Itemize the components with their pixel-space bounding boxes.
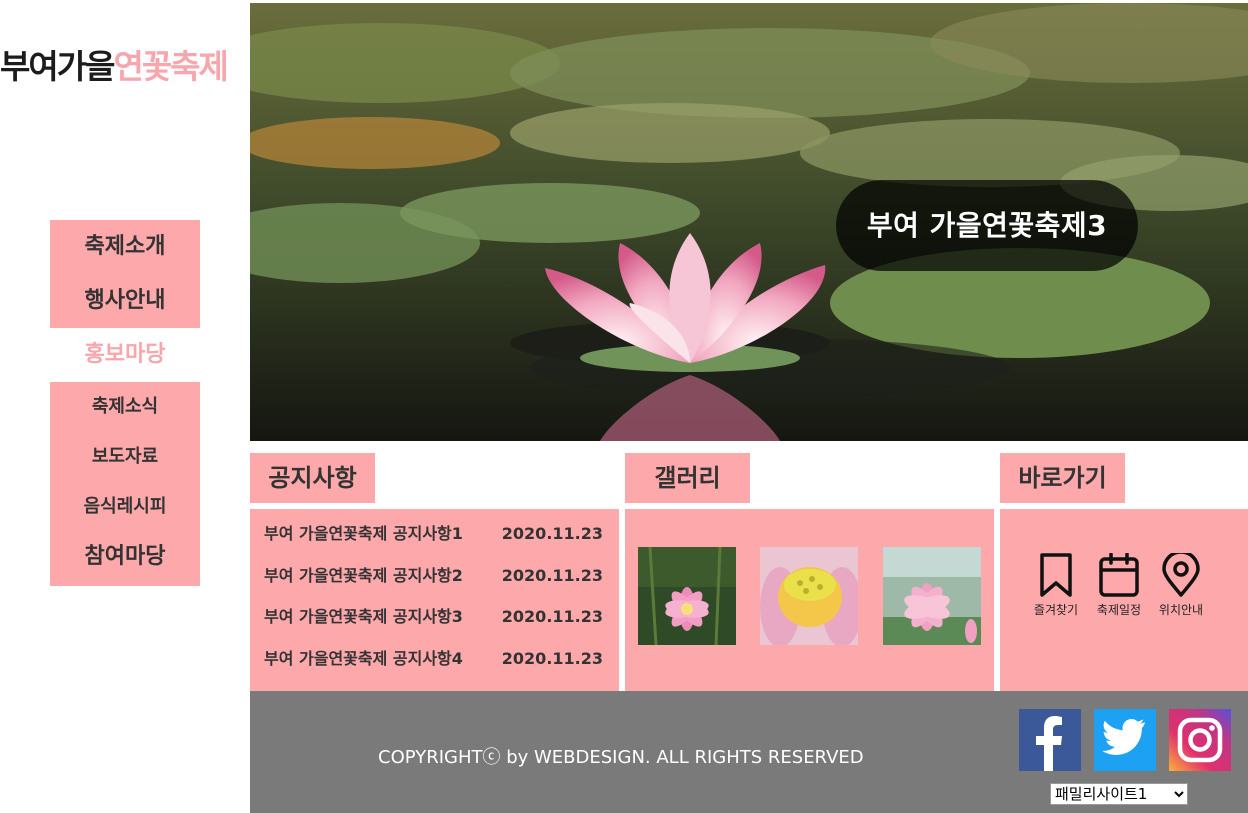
bookmark-icon	[1040, 553, 1072, 597]
quick-schedule[interactable]: 축제일정	[1089, 553, 1149, 618]
notice-item[interactable]: 부여 가을연꽃축제 공지사항1 2020.11.23	[264, 519, 609, 549]
gallery-thumb-1[interactable]	[638, 547, 736, 645]
logo-text-dark: 부여가을	[0, 47, 115, 86]
notice-date: 2020.11.23	[501, 607, 603, 626]
facebook-link[interactable]	[1019, 709, 1081, 771]
notice-panel: 부여 가을연꽃축제 공지사항1 2020.11.23 부여 가을연꽃축제 공지사…	[250, 509, 619, 691]
quick-location-label: 위치안내	[1158, 603, 1204, 617]
instagram-icon	[1169, 709, 1231, 771]
notice-title: 부여 가을연꽃축제 공지사항3	[264, 607, 463, 626]
notice-item[interactable]: 부여 가을연꽃축제 공지사항2 2020.11.23	[264, 561, 609, 591]
family-site-select[interactable]: 패밀리사이트1	[1050, 783, 1188, 805]
main-nav-top: 축제소개 행사안내	[50, 220, 200, 328]
calendar-icon	[1099, 553, 1139, 597]
notice-date: 2020.11.23	[501, 649, 603, 668]
shortcut-heading: 바로가기	[1000, 453, 1125, 503]
notice-date: 2020.11.23	[501, 566, 603, 585]
hero-title: 부여 가을연꽃축제3	[836, 180, 1138, 271]
notice-item[interactable]: 부여 가을연꽃축제 공지사항4 2020.11.23	[264, 644, 609, 674]
nav-festival-intro[interactable]: 축제소개	[50, 220, 200, 274]
facebook-icon	[1019, 709, 1081, 771]
lotus-field-photo	[883, 547, 981, 645]
notice-title: 부여 가을연꽃축제 공지사항1	[264, 524, 463, 543]
page: 부여가을연꽃축제 축제소개 행사안내 홍보마당 축제소식 보도자료 음식레시피 …	[0, 0, 1248, 813]
quick-location[interactable]: 위치안내	[1151, 553, 1211, 618]
lotus-seedpod-photo	[760, 547, 858, 645]
notice-item[interactable]: 부여 가을연꽃축제 공지사항3 2020.11.23	[264, 602, 609, 632]
nav-press-release[interactable]: 보도자료	[50, 432, 200, 482]
twitter-link[interactable]	[1094, 709, 1156, 771]
logo-text-pink: 연꽃축제	[113, 47, 228, 86]
gallery-thumb-2[interactable]	[760, 547, 858, 645]
site-logo[interactable]: 부여가을연꽃축제	[0, 40, 250, 90]
shortcut-panel: 즐겨찾기 축제일정 위치안내	[1000, 509, 1248, 691]
nav-promotion-active[interactable]: 홍보마당	[50, 328, 200, 382]
notice-title: 부여 가을연꽃축제 공지사항4	[264, 649, 463, 668]
notice-date: 2020.11.23	[501, 524, 603, 543]
footer: COPYRIGHTⓒ by WEBDESIGN. ALL RIGHTS RESE…	[250, 691, 1248, 813]
gallery-thumb-3[interactable]	[883, 547, 981, 645]
nav-participation[interactable]: 참여마당	[50, 532, 200, 586]
hero-slider[interactable]: 부여 가을연꽃축제3	[250, 3, 1248, 441]
gallery-panel	[625, 509, 994, 691]
pink-lotus-photo	[638, 547, 736, 645]
promotion-submenu: 축제소식 보도자료 음식레시피 참여마당	[50, 382, 200, 586]
instagram-link[interactable]	[1169, 709, 1231, 771]
notice-heading[interactable]: 공지사항	[250, 453, 375, 503]
quick-bookmark[interactable]: 즐겨찾기	[1026, 553, 1086, 618]
twitter-icon	[1094, 709, 1156, 771]
copyright-text: COPYRIGHTⓒ by WEBDESIGN. ALL RIGHTS RESE…	[378, 747, 864, 768]
nav-event-info[interactable]: 행사안내	[50, 274, 200, 328]
map-pin-icon	[1162, 553, 1200, 597]
nav-food-recipe[interactable]: 음식레시피	[50, 482, 200, 532]
gallery-heading[interactable]: 갤러리	[625, 453, 750, 503]
notice-title: 부여 가을연꽃축제 공지사항2	[264, 566, 463, 585]
quick-bookmark-label: 즐겨찾기	[1033, 603, 1079, 617]
nav-festival-news[interactable]: 축제소식	[50, 382, 200, 432]
quick-schedule-label: 축제일정	[1096, 603, 1142, 617]
